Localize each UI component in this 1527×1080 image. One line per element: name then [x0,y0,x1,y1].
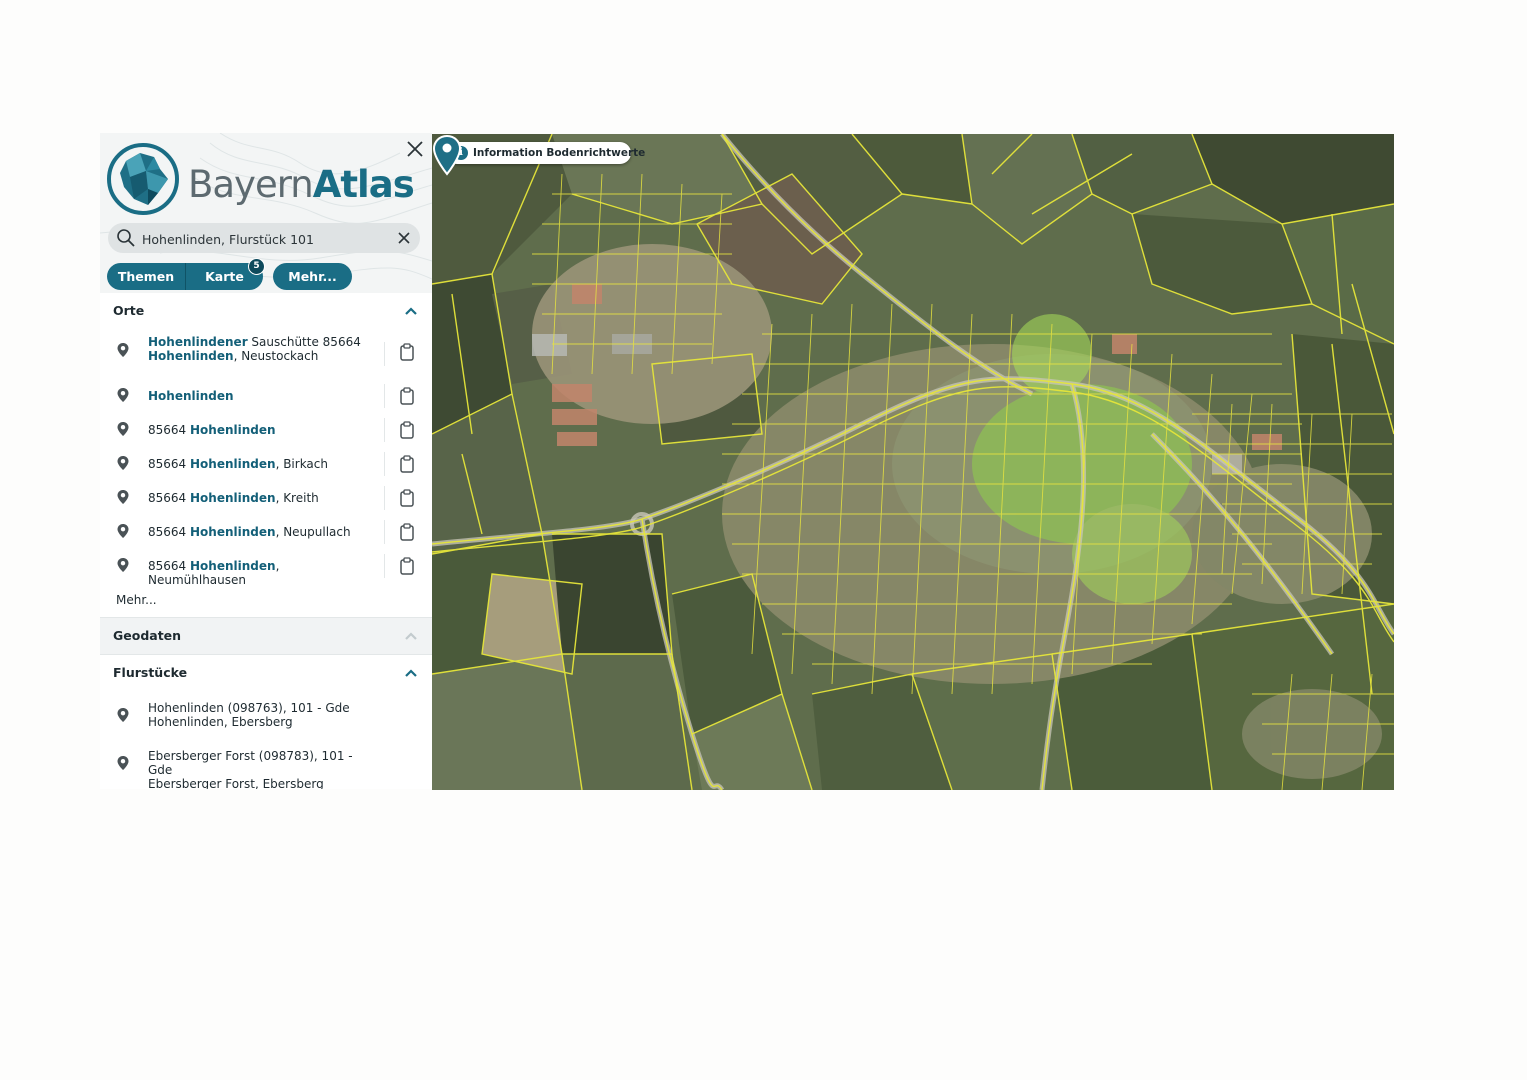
location-pin-icon [117,343,129,357]
clipboard-icon[interactable] [399,455,415,473]
location-pin-icon [117,708,129,722]
location-pin-icon [117,388,129,402]
result-rest: , Neustockach [233,349,319,363]
result-prefix: 85664 [148,423,190,437]
result-prefix: 85664 [148,525,190,539]
search-icon [117,229,135,247]
logo-text-bayern: Bayern [188,163,314,206]
result-label: Hohenlinden (098763), 101 - Gde Hohenlin… [148,701,378,729]
result-label: 85664 Hohenlinden, Birkach [148,457,378,471]
logo-text-atlas: Atlas [312,163,415,206]
bayernatlas-logo[interactable]: BayernAtlas [106,141,418,221]
result-line-2: Ebersberger Forst, Ebersberg [148,777,324,789]
divider [384,486,385,510]
panel-header: BayernAtlas Themen Karte 5 Mehr... [100,133,432,293]
list-item[interactable]: Ebersberger Forst (098783), 101 - Gde Eb… [100,739,432,789]
result-bold: Hohenlinden [148,349,234,363]
result-bold: Hohenlinden [190,457,276,471]
location-pin-icon [117,422,129,436]
search-bar[interactable] [108,223,420,253]
clipboard-icon[interactable] [399,387,415,405]
section-flurstuecke-title: Flurstücke [113,665,188,680]
result-line-2: Hohenlinden, Ebersberg [148,715,293,729]
result-bold: Hohenlinden [190,491,276,505]
search-panel: BayernAtlas Themen Karte 5 Mehr... [100,133,432,789]
orte-list: Hohenlindener Sauschütte 85664 Hohenlind… [100,329,432,587]
close-icon [407,141,423,157]
show-more-orte-link[interactable]: Mehr... [100,583,432,617]
result-label: Hohenlinden [148,389,378,403]
map-view[interactable]: i Information Bodenrichtwerte [432,134,1394,790]
result-rest: Sauschütte 85664 [247,335,361,349]
location-pin-icon [117,558,129,572]
divider [384,520,385,544]
section-orte-header[interactable]: Orte [100,293,432,329]
clear-search-icon[interactable] [396,230,412,246]
map-pin-icon[interactable] [432,134,462,176]
result-bold: Hohenlinden [190,525,276,539]
section-flurstuecke-header[interactable]: Flurstücke [100,655,432,691]
result-prefix: 85664 [148,559,190,573]
divider [384,452,385,476]
location-pin-icon [117,456,129,470]
result-label: 85664 Hohenlinden [148,423,378,437]
result-bold: Hohenlindener [148,335,248,349]
result-bold: Hohenlinden [190,423,276,437]
list-item[interactable]: 85664 Hohenlinden [100,413,432,447]
result-label: Ebersberger Forst (098783), 101 - Gde Eb… [148,749,378,789]
result-rest: , Kreith [275,491,319,505]
divider [384,384,385,408]
result-bold: Hohenlinden [190,559,276,573]
list-item[interactable]: 85664 Hohenlinden, Neupullach [100,515,432,549]
result-line-1: Hohenlinden (098763), 101 - Gde [148,701,350,715]
list-item[interactable]: Hohenlindener Sauschütte 85664 Hohenlind… [100,329,432,379]
clipboard-icon[interactable] [399,343,415,361]
list-item[interactable]: Hohenlinden (098763), 101 - Gde Hohenlin… [100,691,432,739]
divider [384,418,385,442]
clipboard-icon[interactable] [399,489,415,507]
search-input[interactable] [140,227,394,251]
section-geodaten-title: Geodaten [113,628,182,643]
search-results: Orte Hohenlindener Sauschütte 85664 Hohe… [100,293,432,789]
location-pin-icon [117,524,129,538]
section-geodaten-header[interactable]: Geodaten [100,618,432,654]
tab-mehr[interactable]: Mehr... [273,263,352,290]
aerial-map-canvas [432,134,1394,790]
karte-count-badge: 5 [248,258,265,275]
bavaria-logo-icon [107,143,179,215]
result-line-1: Ebersberger Forst (098783), 101 - Gde [148,749,353,777]
result-label: 85664 Hohenlinden, Neupullach [148,525,378,539]
clipboard-icon[interactable] [399,557,415,575]
list-item[interactable]: 85664 Hohenlinden, Neumühlhausen [100,549,432,587]
location-pin-icon [117,490,129,504]
list-item[interactable]: 85664 Hohenlinden, Kreith [100,481,432,515]
information-bodenrichtwerte-button[interactable]: i Information Bodenrichtwerte [446,142,645,164]
result-rest: , Birkach [275,457,328,471]
chevron-up-icon [405,307,417,315]
close-panel-button[interactable] [403,137,427,161]
result-label: 85664 Hohenlinden, Kreith [148,491,378,505]
result-label: Hohenlindener Sauschütte 85664 Hohenlind… [148,335,378,363]
divider [384,554,385,578]
main-tab-group: Themen Karte 5 [107,258,265,290]
result-prefix: 85664 [148,457,190,471]
info-button-label: Information Bodenrichtwerte [473,147,646,159]
clipboard-icon[interactable] [399,421,415,439]
divider [384,342,385,366]
result-rest: , Neupullach [275,525,351,539]
location-pin-icon [117,756,129,770]
list-item[interactable]: 85664 Hohenlinden, Birkach [100,447,432,481]
list-item[interactable]: Hohenlinden [100,379,432,413]
clipboard-icon[interactable] [399,523,415,541]
result-prefix: 85664 [148,491,190,505]
result-bold: Hohenlinden [148,389,234,403]
section-orte-title: Orte [113,303,145,318]
tab-themen[interactable]: Themen [107,263,186,290]
chevron-up-icon [405,669,417,677]
chevron-up-icon [405,632,417,640]
